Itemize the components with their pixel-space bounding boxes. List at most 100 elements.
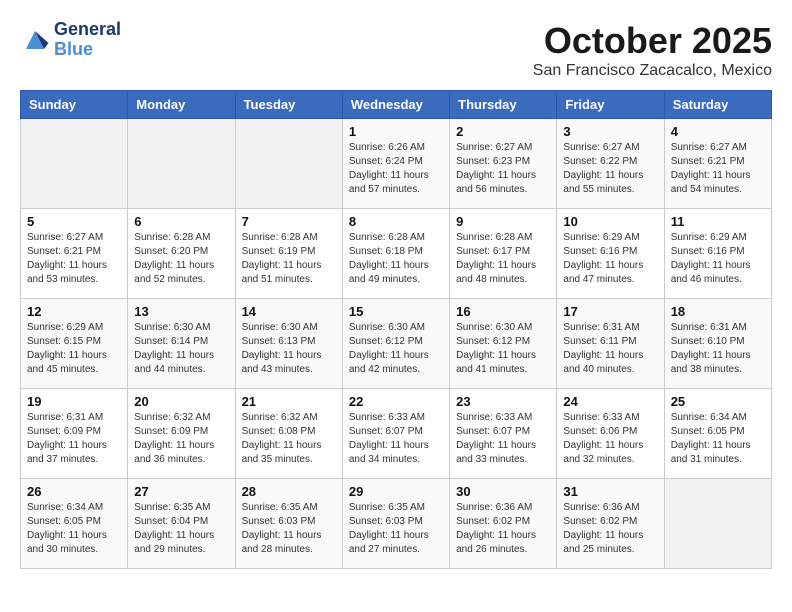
calendar-cell: 22 Sunrise: 6:33 AM Sunset: 6:07 PM Dayli… <box>342 389 449 479</box>
calendar: SundayMondayTuesdayWednesdayThursdayFrid… <box>20 90 772 569</box>
calendar-cell: 2 Sunrise: 6:27 AM Sunset: 6:23 PM Daylig… <box>450 119 557 209</box>
weekday-header-monday: Monday <box>128 91 235 119</box>
logo-icon <box>20 28 50 52</box>
calendar-cell: 7Sunrise: 6:28 AM Sunset: 6:19 PM Daylig… <box>235 209 342 299</box>
calendar-cell <box>128 119 235 209</box>
title-area: October 2025 San Francisco Zacacalco, Me… <box>533 20 772 80</box>
day-number: 18 <box>671 304 765 319</box>
day-number: 19 <box>27 394 121 409</box>
day-info: Sunrise: 6:30 AM Sunset: 6:12 PM Dayligh… <box>456 321 550 377</box>
day-number: 11 <box>671 214 765 229</box>
calendar-cell: 16 Sunrise: 6:30 AM Sunset: 6:12 PM Dayli… <box>450 299 557 389</box>
day-info: Sunrise: 6:29 AM Sunset: 6:16 PM Dayligh… <box>563 231 657 287</box>
calendar-cell: 18 Sunrise: 6:31 AM Sunset: 6:10 PM Dayli… <box>664 299 771 389</box>
location-title: San Francisco Zacacalco, Mexico <box>533 62 772 80</box>
day-number: 13 <box>134 304 228 319</box>
calendar-cell: 19 Sunrise: 6:31 AM Sunset: 6:09 PM Dayli… <box>21 389 128 479</box>
day-number: 3 <box>563 124 657 139</box>
weekday-header-wednesday: Wednesday <box>342 91 449 119</box>
day-number: 1 <box>349 124 443 139</box>
calendar-cell: 8 Sunrise: 6:28 AM Sunset: 6:18 PM Daylig… <box>342 209 449 299</box>
day-number: 17 <box>563 304 657 319</box>
calendar-week-1: 1 Sunrise: 6:26 AM Sunset: 6:24 PM Daylig… <box>21 119 772 209</box>
day-info: Sunrise: 6:35 AM Sunset: 6:03 PM Dayligh… <box>242 501 336 557</box>
day-info: Sunrise: 6:29 AM Sunset: 6:15 PM Dayligh… <box>27 321 121 377</box>
day-info: Sunrise: 6:28 AM Sunset: 6:17 PM Dayligh… <box>456 231 550 287</box>
day-number: 31 <box>563 484 657 499</box>
day-number: 4 <box>671 124 765 139</box>
day-info: Sunrise: 6:27 AM Sunset: 6:22 PM Dayligh… <box>563 141 657 197</box>
day-number: 16 <box>456 304 550 319</box>
day-info: Sunrise: 6:30 AM Sunset: 6:14 PM Dayligh… <box>134 321 228 377</box>
day-info: Sunrise: 6:32 AM Sunset: 6:09 PM Dayligh… <box>134 411 228 467</box>
weekday-header-thursday: Thursday <box>450 91 557 119</box>
day-number: 12 <box>27 304 121 319</box>
day-number: 15 <box>349 304 443 319</box>
day-info: Sunrise: 6:31 AM Sunset: 6:11 PM Dayligh… <box>563 321 657 377</box>
day-number: 2 <box>456 124 550 139</box>
day-info: Sunrise: 6:27 AM Sunset: 6:21 PM Dayligh… <box>27 231 121 287</box>
day-number: 9 <box>456 214 550 229</box>
calendar-week-2: 5 Sunrise: 6:27 AM Sunset: 6:21 PM Daylig… <box>21 209 772 299</box>
calendar-cell: 12 Sunrise: 6:29 AM Sunset: 6:15 PM Dayli… <box>21 299 128 389</box>
calendar-cell <box>21 119 128 209</box>
calendar-cell: 29Sunrise: 6:35 AM Sunset: 6:03 PM Dayli… <box>342 479 449 569</box>
day-info: Sunrise: 6:27 AM Sunset: 6:23 PM Dayligh… <box>456 141 550 197</box>
day-number: 20 <box>134 394 228 409</box>
day-info: Sunrise: 6:33 AM Sunset: 6:07 PM Dayligh… <box>456 411 550 467</box>
day-info: Sunrise: 6:29 AM Sunset: 6:16 PM Dayligh… <box>671 231 765 287</box>
day-info: Sunrise: 6:28 AM Sunset: 6:19 PM Dayligh… <box>242 231 336 287</box>
calendar-cell: 27 Sunrise: 6:35 AM Sunset: 6:04 PM Dayli… <box>128 479 235 569</box>
day-number: 22 <box>349 394 443 409</box>
calendar-cell: 31Sunrise: 6:36 AM Sunset: 6:02 PM Dayli… <box>557 479 664 569</box>
calendar-week-5: 26 Sunrise: 6:34 AM Sunset: 6:05 PM Dayli… <box>21 479 772 569</box>
calendar-cell: 20 Sunrise: 6:32 AM Sunset: 6:09 PM Dayli… <box>128 389 235 479</box>
day-number: 25 <box>671 394 765 409</box>
day-info: Sunrise: 6:33 AM Sunset: 6:07 PM Dayligh… <box>349 411 443 467</box>
calendar-cell: 23 Sunrise: 6:33 AM Sunset: 6:07 PM Dayli… <box>450 389 557 479</box>
day-info: Sunrise: 6:31 AM Sunset: 6:09 PM Dayligh… <box>27 411 121 467</box>
weekday-header-saturday: Saturday <box>664 91 771 119</box>
calendar-cell: 4 Sunrise: 6:27 AM Sunset: 6:21 PM Daylig… <box>664 119 771 209</box>
day-info: Sunrise: 6:27 AM Sunset: 6:21 PM Dayligh… <box>671 141 765 197</box>
weekday-header-tuesday: Tuesday <box>235 91 342 119</box>
day-number: 5 <box>27 214 121 229</box>
day-info: Sunrise: 6:33 AM Sunset: 6:06 PM Dayligh… <box>563 411 657 467</box>
page-wrapper: General Blue October 2025 San Francisco … <box>20 20 772 569</box>
calendar-cell: 28 Sunrise: 6:35 AM Sunset: 6:03 PM Dayli… <box>235 479 342 569</box>
day-info: Sunrise: 6:28 AM Sunset: 6:18 PM Dayligh… <box>349 231 443 287</box>
day-number: 23 <box>456 394 550 409</box>
calendar-cell: 10Sunrise: 6:29 AM Sunset: 6:16 PM Dayli… <box>557 209 664 299</box>
calendar-cell <box>235 119 342 209</box>
calendar-cell: 14Sunrise: 6:30 AM Sunset: 6:13 PM Dayli… <box>235 299 342 389</box>
calendar-cell: 24Sunrise: 6:33 AM Sunset: 6:06 PM Dayli… <box>557 389 664 479</box>
day-info: Sunrise: 6:28 AM Sunset: 6:20 PM Dayligh… <box>134 231 228 287</box>
weekday-header-sunday: Sunday <box>21 91 128 119</box>
day-info: Sunrise: 6:26 AM Sunset: 6:24 PM Dayligh… <box>349 141 443 197</box>
logo: General Blue <box>20 20 121 60</box>
month-title: October 2025 <box>533 20 772 62</box>
calendar-cell: 6 Sunrise: 6:28 AM Sunset: 6:20 PM Daylig… <box>128 209 235 299</box>
day-info: Sunrise: 6:34 AM Sunset: 6:05 PM Dayligh… <box>27 501 121 557</box>
day-number: 27 <box>134 484 228 499</box>
day-number: 28 <box>242 484 336 499</box>
calendar-cell: 11 Sunrise: 6:29 AM Sunset: 6:16 PM Dayli… <box>664 209 771 299</box>
day-number: 21 <box>242 394 336 409</box>
day-info: Sunrise: 6:31 AM Sunset: 6:10 PM Dayligh… <box>671 321 765 377</box>
calendar-week-3: 12 Sunrise: 6:29 AM Sunset: 6:15 PM Dayli… <box>21 299 772 389</box>
weekday-header-row: SundayMondayTuesdayWednesdayThursdayFrid… <box>21 91 772 119</box>
calendar-cell: 3 Sunrise: 6:27 AM Sunset: 6:22 PM Daylig… <box>557 119 664 209</box>
day-number: 26 <box>27 484 121 499</box>
day-info: Sunrise: 6:34 AM Sunset: 6:05 PM Dayligh… <box>671 411 765 467</box>
calendar-cell: 25 Sunrise: 6:34 AM Sunset: 6:05 PM Dayli… <box>664 389 771 479</box>
calendar-week-4: 19 Sunrise: 6:31 AM Sunset: 6:09 PM Dayli… <box>21 389 772 479</box>
day-info: Sunrise: 6:35 AM Sunset: 6:04 PM Dayligh… <box>134 501 228 557</box>
calendar-cell: 26 Sunrise: 6:34 AM Sunset: 6:05 PM Dayli… <box>21 479 128 569</box>
day-info: Sunrise: 6:36 AM Sunset: 6:02 PM Dayligh… <box>456 501 550 557</box>
day-number: 6 <box>134 214 228 229</box>
day-number: 8 <box>349 214 443 229</box>
calendar-cell <box>664 479 771 569</box>
calendar-cell: 5 Sunrise: 6:27 AM Sunset: 6:21 PM Daylig… <box>21 209 128 299</box>
calendar-cell: 9 Sunrise: 6:28 AM Sunset: 6:17 PM Daylig… <box>450 209 557 299</box>
day-info: Sunrise: 6:30 AM Sunset: 6:12 PM Dayligh… <box>349 321 443 377</box>
